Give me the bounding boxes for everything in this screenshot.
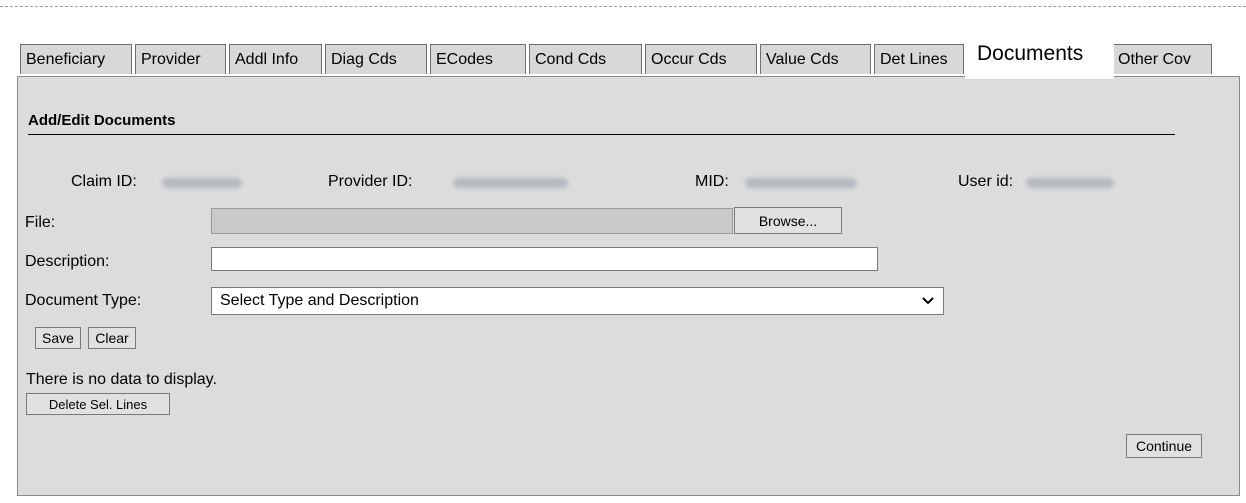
tab-value-cds[interactable]: Value Cds xyxy=(760,44,871,74)
claim-id-label: Claim ID: xyxy=(71,173,137,190)
browse-button[interactable]: Browse... xyxy=(734,207,842,234)
file-input[interactable] xyxy=(211,208,733,234)
clear-button[interactable]: Clear xyxy=(88,327,136,349)
claim-id-value xyxy=(162,174,242,192)
top-divider xyxy=(0,6,1246,7)
delete-selected-lines-button[interactable]: Delete Sel. Lines xyxy=(26,393,170,415)
user-id-value xyxy=(1026,174,1114,192)
description-input[interactable] xyxy=(211,247,878,271)
mid-label: MID: xyxy=(695,173,729,190)
user-id-label: User id: xyxy=(958,173,1014,190)
chevron-down-icon xyxy=(921,288,935,323)
tab-addl-info[interactable]: Addl Info xyxy=(229,44,322,74)
tab-ecodes[interactable]: ECodes xyxy=(430,44,526,74)
tab-provider[interactable]: Provider xyxy=(135,44,226,74)
section-title: Add/Edit Documents xyxy=(28,112,176,129)
tab-beneficiary[interactable]: Beneficiary xyxy=(20,44,132,74)
mid-value xyxy=(745,174,857,192)
tab-det-lines[interactable]: Det Lines xyxy=(874,44,964,74)
tab-occur-cds[interactable]: Occur Cds xyxy=(645,44,757,74)
file-label: File: xyxy=(25,214,56,231)
provider-id-label: Provider ID: xyxy=(328,173,413,190)
tab-cond-cds[interactable]: Cond Cds xyxy=(529,44,642,74)
documents-panel: Add/Edit Documents Claim ID: Provider ID… xyxy=(17,76,1240,496)
tab-other-cov[interactable]: Other Cov xyxy=(1112,44,1212,74)
document-type-selected: Select Type and Description xyxy=(220,292,419,309)
section-divider xyxy=(28,134,1175,135)
description-label: Description: xyxy=(25,253,110,270)
save-button[interactable]: Save xyxy=(35,327,81,349)
empty-message: There is no data to display. xyxy=(26,371,217,388)
provider-id-value xyxy=(453,174,568,192)
tab-documents[interactable]: Documents xyxy=(965,31,1114,79)
document-type-label: Document Type: xyxy=(25,292,142,309)
tab-diag-cds[interactable]: Diag Cds xyxy=(325,44,427,74)
document-type-select[interactable]: Select Type and Description xyxy=(211,287,944,315)
continue-button[interactable]: Continue xyxy=(1126,434,1202,458)
